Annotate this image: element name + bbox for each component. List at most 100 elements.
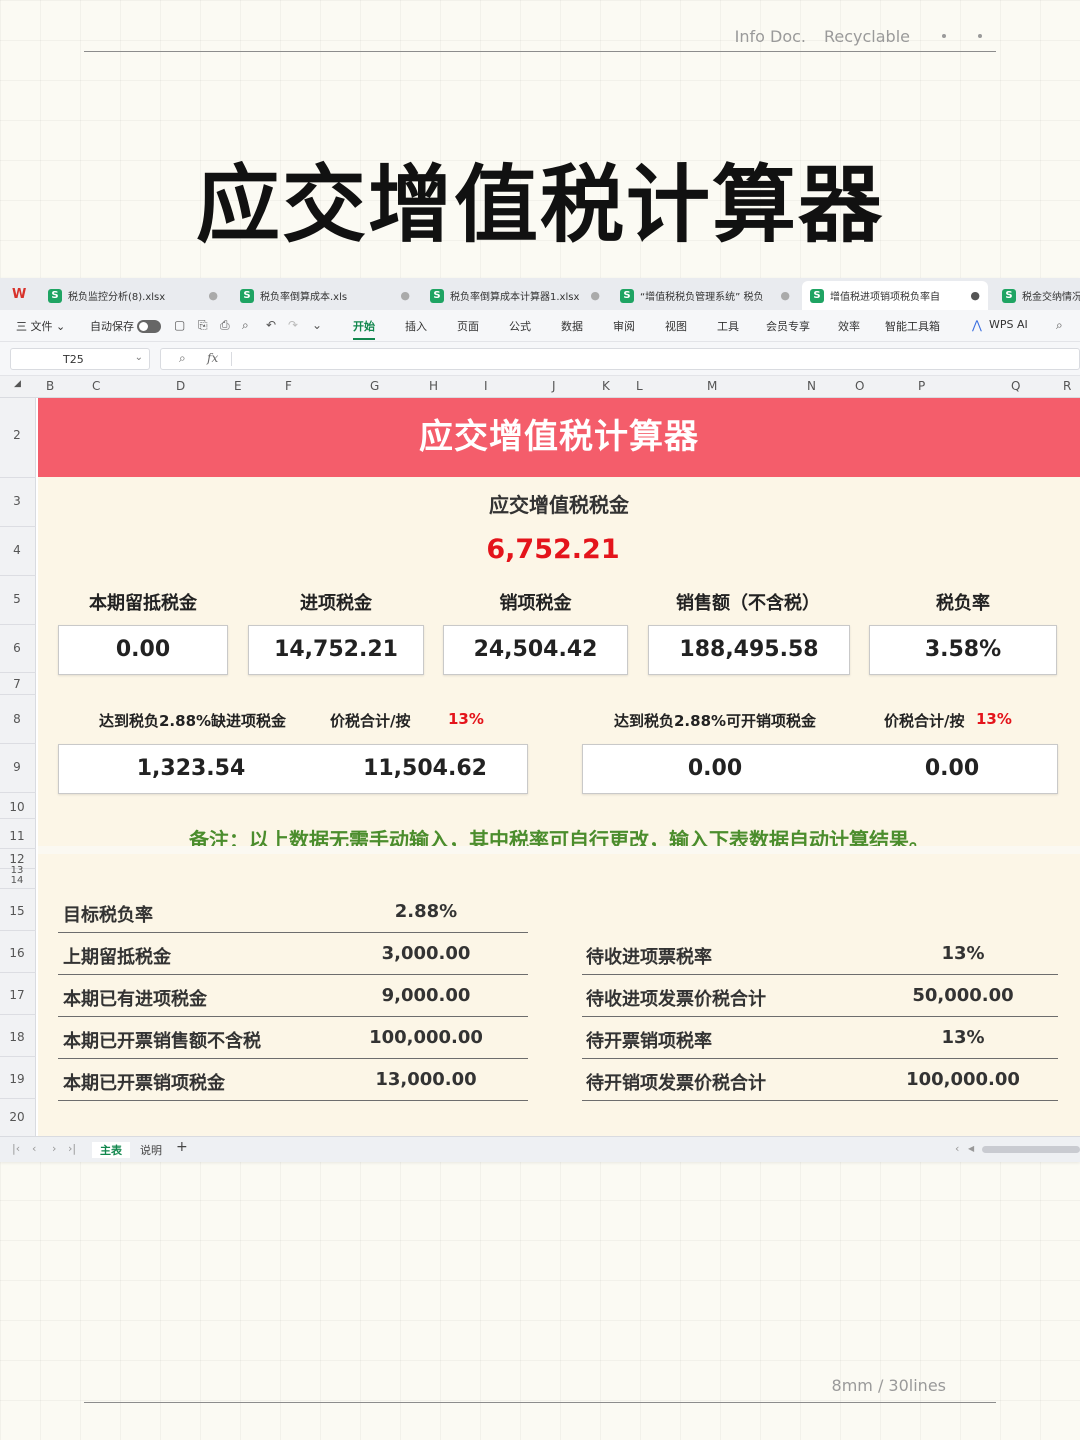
row-header[interactable]: 9 (0, 760, 34, 774)
column-header[interactable]: E (234, 379, 242, 393)
column-header[interactable]: N (807, 379, 816, 393)
input-value[interactable]: 50,000.00 (884, 985, 1042, 1006)
export-icon[interactable]: ⎘ (198, 318, 208, 333)
column-header[interactable]: Q (1011, 379, 1020, 393)
sheet-tab-main[interactable]: 主表 (92, 1142, 130, 1158)
row-header[interactable]: 14 (0, 875, 34, 886)
row-header[interactable]: 5 (0, 592, 34, 606)
horizontal-scrollbar[interactable] (982, 1146, 1080, 1153)
prev-sheet-icon[interactable]: ‹ (32, 1142, 36, 1155)
scroll-left-icon[interactable]: ‹ (955, 1142, 959, 1155)
undo-icon[interactable]: ↶ (266, 318, 276, 332)
formula-input[interactable]: ⌕ fx (160, 348, 1080, 370)
row-header[interactable]: 8 (0, 712, 34, 726)
column-header[interactable]: J (552, 379, 556, 393)
print-icon[interactable]: ⎙ (220, 318, 230, 333)
tab-data[interactable]: 数据 (561, 318, 583, 334)
file-menu[interactable]: 三 文件 ⌄ (16, 318, 65, 334)
preview-icon[interactable]: ⌕ (242, 318, 249, 333)
row-header[interactable]: 11 (0, 829, 34, 843)
gap-left-rate[interactable]: 13% (448, 710, 484, 728)
input-value[interactable]: 13% (884, 943, 1042, 964)
row-header[interactable]: 12 (0, 852, 34, 866)
column-header[interactable]: O (855, 379, 864, 393)
column-header[interactable]: B (46, 379, 54, 393)
search-icon[interactable]: ⌕ (1056, 318, 1063, 333)
input-value[interactable]: 13,000.00 (338, 1069, 514, 1090)
column-header[interactable]: G (370, 379, 379, 393)
column-header[interactable]: H (429, 379, 438, 393)
dot-icon[interactable]: ● (584, 289, 600, 302)
column-header[interactable]: K (602, 379, 610, 393)
input-value[interactable]: 9,000.00 (338, 985, 514, 1006)
first-sheet-icon[interactable]: |‹ (12, 1142, 20, 1155)
input-value[interactable]: 100,000.00 (338, 1027, 514, 1048)
redo-icon[interactable]: ↷ (288, 318, 298, 332)
scroll-left-arrow-icon[interactable]: ◀ (968, 1144, 974, 1153)
row-header[interactable]: 10 (0, 800, 34, 814)
column-header[interactable]: L (636, 379, 643, 393)
chevron-down-icon[interactable]: ⌄ (135, 352, 143, 363)
column-header[interactable]: D (176, 379, 185, 393)
input-value[interactable]: 2.88% (338, 901, 514, 922)
column-header[interactable]: R (1063, 379, 1071, 393)
row-header[interactable]: 18 (0, 1030, 34, 1044)
row-header[interactable]: 19 (0, 1072, 34, 1086)
tab-review[interactable]: 审阅 (613, 318, 635, 334)
gap-right-cell[interactable]: 0.00 0.00 (582, 744, 1058, 794)
tab-formula[interactable]: 公式 (509, 318, 531, 334)
dot-icon[interactable]: ● (202, 289, 218, 302)
input-value[interactable]: 13% (884, 1027, 1042, 1048)
tab-efficiency[interactable]: 效率 (838, 318, 860, 334)
add-sheet-button[interactable]: + (176, 1139, 188, 1155)
summary-cell[interactable]: 0.00 (58, 625, 228, 675)
gap-left-cell[interactable]: 1,323.54 11,504.62 (58, 744, 528, 794)
name-box[interactable]: T25 ⌄ (10, 348, 150, 370)
sheet-tab-notes[interactable]: 说明 (140, 1142, 162, 1158)
doc-tab[interactable]: S 税负率倒算成本.xls ● (232, 281, 418, 310)
doc-tab-active[interactable]: S 增值税进项销项税负率自 ● (802, 281, 988, 310)
tab-wps-ai[interactable]: WPS AI (989, 318, 1028, 331)
select-all-icon[interactable]: ◢ (14, 379, 21, 389)
doc-tab[interactable]: S 税负率倒算成本计算器1.xlsx ● (422, 281, 608, 310)
tab-start[interactable]: 开始 (353, 318, 375, 340)
doc-tab[interactable]: S 税负监控分析(8).xlsx ● (40, 281, 226, 310)
column-header[interactable]: C (92, 379, 100, 393)
row-header[interactable]: 16 (0, 946, 34, 960)
zoom-icon[interactable]: ⌕ (179, 351, 186, 366)
row-header[interactable]: 17 (0, 988, 34, 1002)
tab-smart-toolbox[interactable]: 智能工具箱 (885, 318, 940, 334)
row-header[interactable]: 7 (0, 677, 34, 691)
row-header[interactable]: 20 (0, 1110, 34, 1124)
tab-view[interactable]: 视图 (665, 318, 687, 334)
row-header[interactable]: 6 (0, 641, 34, 655)
tab-page[interactable]: 页面 (457, 318, 479, 334)
next-sheet-icon[interactable]: › (52, 1142, 56, 1155)
tab-insert[interactable]: 插入 (405, 318, 427, 334)
column-header[interactable]: I (484, 379, 488, 393)
doc-tab[interactable]: S “增值税税负管理系统” 税负 ● (612, 281, 798, 310)
dot-icon[interactable]: ● (774, 289, 790, 302)
column-header[interactable]: P (918, 379, 925, 393)
save-icon[interactable]: ▢ (174, 318, 185, 332)
summary-cell[interactable]: 14,752.21 (248, 625, 424, 675)
input-value[interactable]: 100,000.00 (884, 1069, 1042, 1090)
summary-cell[interactable]: 188,495.58 (648, 625, 850, 675)
column-header[interactable]: F (285, 379, 292, 393)
wps-logo-icon[interactable]: W (12, 287, 26, 302)
summary-cell[interactable]: 24,504.42 (443, 625, 628, 675)
autosave-toggle[interactable] (137, 320, 161, 333)
summary-cell[interactable]: 3.58% (869, 625, 1057, 675)
row-header[interactable]: 15 (0, 904, 34, 918)
doc-tab[interactable]: S 税金交纳情况 (994, 281, 1080, 310)
input-value[interactable]: 3,000.00 (338, 943, 514, 964)
chevron-down-icon[interactable]: ⌄ (312, 318, 322, 332)
dot-icon[interactable]: ● (394, 289, 410, 302)
close-icon[interactable]: ● (964, 289, 980, 302)
gap-right-rate[interactable]: 13% (976, 710, 1012, 728)
tab-tools[interactable]: 工具 (717, 318, 739, 334)
row-header[interactable]: 4 (0, 543, 34, 557)
row-header[interactable]: 2 (0, 428, 34, 442)
column-header[interactable]: M (707, 379, 717, 393)
last-sheet-icon[interactable]: ›| (68, 1142, 76, 1155)
